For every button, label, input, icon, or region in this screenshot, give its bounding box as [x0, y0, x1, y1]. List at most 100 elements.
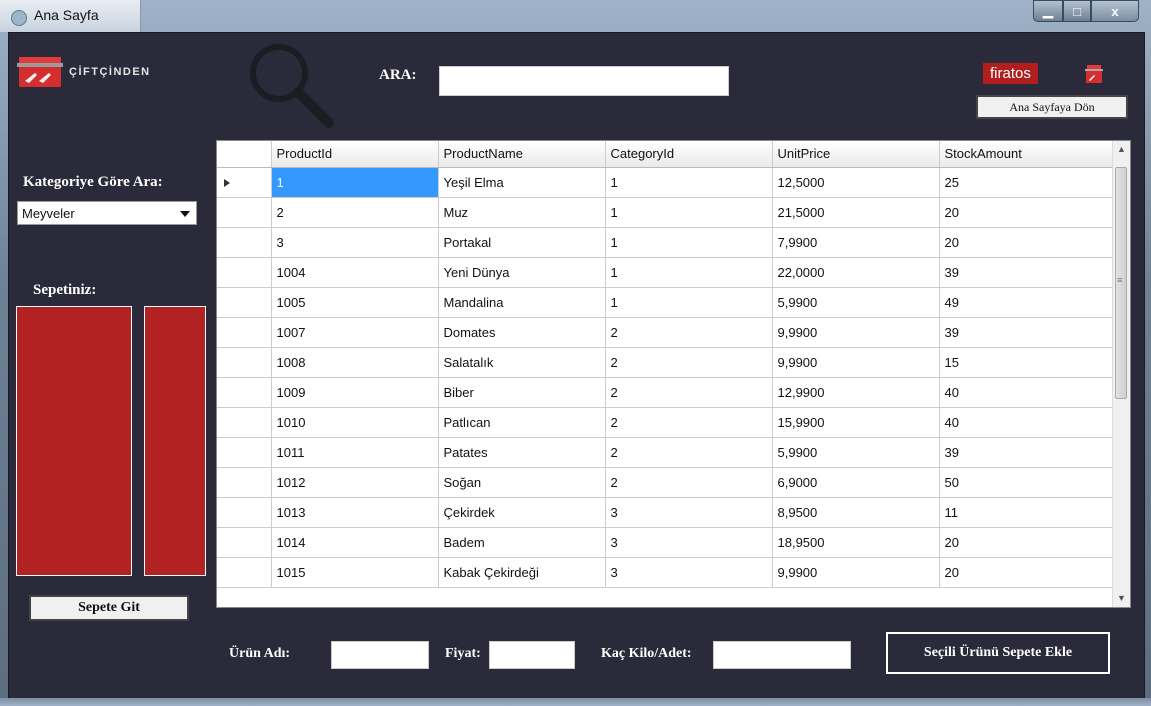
table-cell[interactable]: 1 — [605, 167, 773, 198]
quantity-field[interactable] — [713, 641, 851, 669]
table-cell[interactable]: 2 — [605, 347, 773, 378]
table-row[interactable]: 1014 Badem 3 18,9500 20 — [217, 527, 1114, 558]
row-header[interactable] — [217, 347, 272, 378]
table-cell[interactable]: 12,9900 — [772, 377, 940, 408]
search-input[interactable] — [439, 66, 729, 96]
table-cell[interactable]: 2 — [605, 407, 773, 438]
vertical-scrollbar[interactable]: ▲ ≡ ▼ — [1112, 141, 1130, 607]
table-cell[interactable]: Kabak Çekirdeği — [438, 557, 606, 588]
goto-cart-button[interactable]: Sepete Git — [29, 595, 189, 621]
table-cell[interactable]: 3 — [605, 557, 773, 588]
table-row[interactable]: 1 Yeşil Elma 1 12,5000 25 — [217, 167, 1114, 198]
table-cell[interactable]: 22,0000 — [772, 257, 940, 288]
table-cell[interactable]: Yeşil Elma — [438, 167, 606, 198]
table-cell[interactable]: 3 — [271, 227, 439, 258]
column-header[interactable]: ProductId — [271, 141, 439, 168]
cart-quantities-list[interactable] — [144, 306, 206, 576]
add-to-cart-button[interactable]: Seçili Ürünü Sepete Ekle — [886, 632, 1110, 674]
row-header[interactable] — [217, 317, 272, 348]
table-cell[interactable]: 2 — [605, 437, 773, 468]
table-cell[interactable]: Mandalina — [438, 287, 606, 318]
row-header[interactable] — [217, 377, 272, 408]
table-cell[interactable]: 39 — [939, 257, 1114, 288]
row-header[interactable] — [217, 287, 272, 318]
table-cell[interactable]: 7,9900 — [772, 227, 940, 258]
table-cell[interactable]: 1013 — [271, 497, 439, 528]
table-cell[interactable]: 9,9900 — [772, 317, 940, 348]
table-cell[interactable]: 20 — [939, 227, 1114, 258]
table-cell[interactable]: 1005 — [271, 287, 439, 318]
chevron-down-icon[interactable] — [180, 211, 190, 217]
row-header[interactable] — [217, 167, 272, 198]
table-cell[interactable]: 39 — [939, 437, 1114, 468]
row-header[interactable] — [217, 227, 272, 258]
table-cell[interactable]: 15,9900 — [772, 407, 940, 438]
scroll-up-icon[interactable]: ▲ — [1113, 141, 1130, 158]
row-header[interactable] — [217, 527, 272, 558]
table-cell[interactable]: 6,9000 — [772, 467, 940, 498]
row-header[interactable] — [217, 557, 272, 588]
table-row[interactable]: 1008 Salatalık 2 9,9900 15 — [217, 347, 1114, 378]
table-row[interactable]: 3 Portakal 1 7,9900 20 — [217, 227, 1114, 258]
table-cell[interactable]: 2 — [605, 467, 773, 498]
table-cell[interactable]: 1015 — [271, 557, 439, 588]
table-cell[interactable]: 20 — [939, 557, 1114, 588]
row-header[interactable] — [217, 197, 272, 228]
table-cell[interactable]: 9,9900 — [772, 347, 940, 378]
table-cell[interactable]: 20 — [939, 197, 1114, 228]
table-cell[interactable]: Badem — [438, 527, 606, 558]
table-cell[interactable]: 1 — [605, 257, 773, 288]
table-cell[interactable]: Domates — [438, 317, 606, 348]
home-button[interactable]: Ana Sayfaya Dön — [976, 95, 1128, 119]
row-header[interactable] — [217, 497, 272, 528]
product-name-field[interactable] — [331, 641, 429, 669]
table-row[interactable]: 1004 Yeni Dünya 1 22,0000 39 — [217, 257, 1114, 288]
table-cell[interactable]: Patlıcan — [438, 407, 606, 438]
table-row[interactable]: 1010 Patlıcan 2 15,9900 40 — [217, 407, 1114, 438]
table-cell[interactable]: 49 — [939, 287, 1114, 318]
column-header[interactable]: CategoryId — [605, 141, 773, 168]
row-header[interactable] — [217, 437, 272, 468]
table-cell[interactable]: Muz — [438, 197, 606, 228]
table-cell[interactable]: 5,9900 — [772, 437, 940, 468]
table-cell[interactable]: Yeni Dünya — [438, 257, 606, 288]
table-cell[interactable]: Soğan — [438, 467, 606, 498]
table-cell[interactable]: 39 — [939, 317, 1114, 348]
table-row[interactable]: 1013 Çekirdek 3 8,9500 11 — [217, 497, 1114, 528]
column-header[interactable]: StockAmount — [939, 141, 1114, 168]
column-header[interactable]: UnitPrice — [772, 141, 940, 168]
table-cell[interactable]: 1007 — [271, 317, 439, 348]
table-cell[interactable]: 12,5000 — [772, 167, 940, 198]
table-cell[interactable]: 1 — [605, 227, 773, 258]
table-cell[interactable]: 21,5000 — [772, 197, 940, 228]
table-cell[interactable]: 1 — [605, 197, 773, 228]
table-cell[interactable]: 2 — [605, 317, 773, 348]
maximize-button[interactable]: □ — [1063, 0, 1091, 22]
table-cell[interactable]: Portakal — [438, 227, 606, 258]
products-grid[interactable]: ProductId ProductName CategoryId UnitPri… — [216, 140, 1131, 608]
category-dropdown[interactable]: Meyveler — [17, 201, 197, 225]
cart-icon[interactable] — [1083, 63, 1105, 85]
table-row[interactable]: 1009 Biber 2 12,9900 40 — [217, 377, 1114, 408]
table-cell[interactable]: 2 — [605, 377, 773, 408]
table-cell[interactable]: 1012 — [271, 467, 439, 498]
table-cell[interactable]: 50 — [939, 467, 1114, 498]
table-cell[interactable]: Biber — [438, 377, 606, 408]
table-cell[interactable]: Salatalık — [438, 347, 606, 378]
table-row[interactable]: 1015 Kabak Çekirdeği 3 9,9900 20 — [217, 557, 1114, 588]
table-cell[interactable]: 1009 — [271, 377, 439, 408]
table-cell[interactable]: 18,9500 — [772, 527, 940, 558]
table-cell[interactable]: 1010 — [271, 407, 439, 438]
table-cell[interactable]: 1 — [605, 287, 773, 318]
table-cell[interactable]: 3 — [605, 497, 773, 528]
minimize-button[interactable]: ▁ — [1033, 0, 1063, 22]
table-cell[interactable]: Patates — [438, 437, 606, 468]
table-row[interactable]: 1011 Patates 2 5,9900 39 — [217, 437, 1114, 468]
table-cell[interactable]: 1014 — [271, 527, 439, 558]
table-cell[interactable]: 9,9900 — [772, 557, 940, 588]
table-row[interactable]: 2 Muz 1 21,5000 20 — [217, 197, 1114, 228]
table-cell[interactable]: 2 — [271, 197, 439, 228]
table-cell[interactable]: 40 — [939, 377, 1114, 408]
table-cell[interactable]: 1 — [271, 167, 439, 198]
table-cell[interactable]: 8,9500 — [772, 497, 940, 528]
